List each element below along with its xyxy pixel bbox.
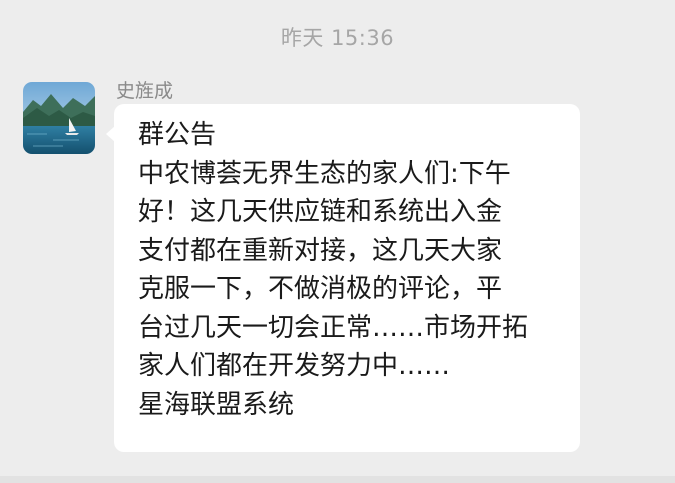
lake-boat-landscape-icon bbox=[23, 82, 95, 154]
sender-avatar[interactable] bbox=[23, 82, 95, 154]
message-line: 好！这几天供应链和系统出入金 bbox=[138, 197, 503, 227]
bottom-divider bbox=[0, 476, 675, 483]
message-line: 支付都在重新对接，这几天大家 bbox=[138, 235, 503, 266]
message-bubble[interactable]: 群公告 中农博荟无界生态的家人们:下午 好！这几天供应链和系统出入金 支付都在重… bbox=[106, 104, 580, 452]
message-line: 家人们都在开发努力中…… bbox=[138, 351, 451, 381]
message-line: 台过几天一切会正常……市场开拓 bbox=[138, 312, 529, 343]
message-title: 群公告 bbox=[138, 120, 217, 150]
message-line: 中农博荟无界生态的家人们:下午 bbox=[138, 158, 511, 189]
message-line: 星海联盟系统 bbox=[138, 389, 295, 420]
message-line: 克服一下，不做消极的评论，平 bbox=[138, 274, 503, 304]
sender-name[interactable]: 史旌成 bbox=[116, 76, 173, 103]
message-timestamp: 昨天 15:36 bbox=[280, 26, 395, 50]
